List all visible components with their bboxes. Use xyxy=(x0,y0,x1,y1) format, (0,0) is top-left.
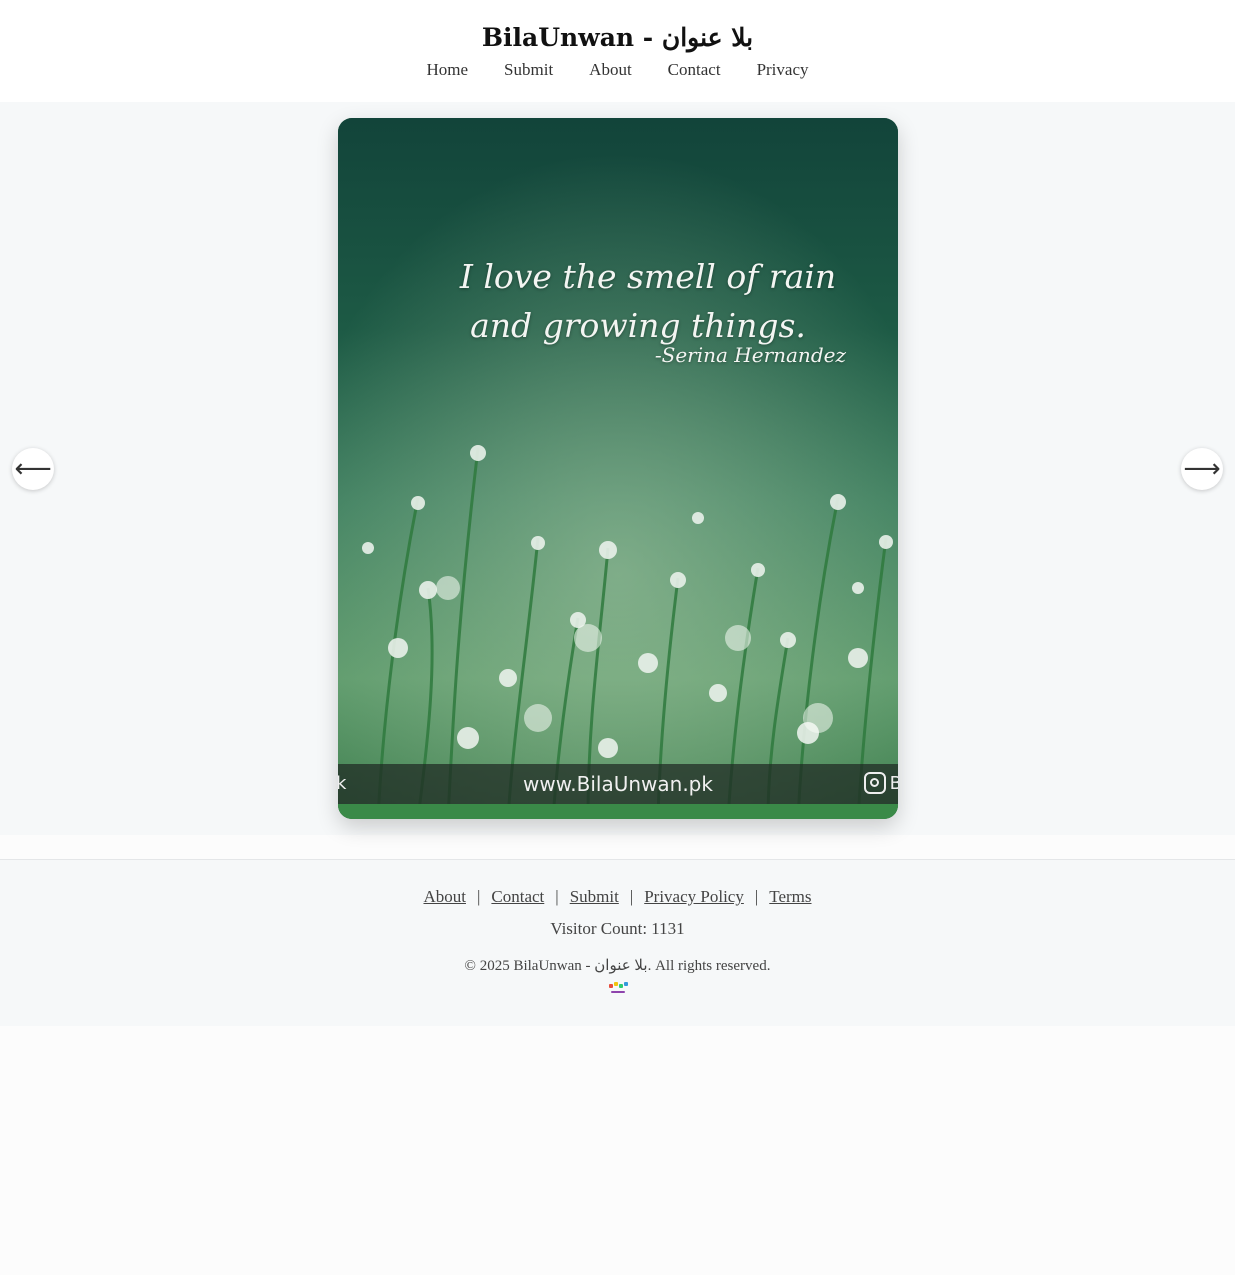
footer-link-privacy-policy[interactable]: Privacy Policy xyxy=(644,887,744,906)
footer-link-submit[interactable]: Submit xyxy=(570,887,619,906)
site-header: BilaUnwan - بلا عنوان Home Submit About … xyxy=(0,0,1235,102)
meadow-background-image xyxy=(338,118,898,819)
site-title[interactable]: BilaUnwan - بلا عنوان xyxy=(482,20,753,56)
quote-text: I love the smell of rain and growing thi… xyxy=(338,252,898,367)
watermark-right-text: B xyxy=(889,772,898,794)
image-carousel: ⟵ I love the smell of rain and growing t… xyxy=(0,102,1235,835)
quote-author: -Serina Hernandez xyxy=(654,343,846,367)
watermark-left-text: k xyxy=(338,773,347,794)
watermark-bar: k www.BilaUnwan.pk B xyxy=(338,764,898,804)
nav-contact[interactable]: Contact xyxy=(668,58,721,82)
copyright-text: © 2025 BilaUnwan - بلا عنوان. All rights… xyxy=(464,958,771,974)
watermark-url: www.BilaUnwan.pk xyxy=(523,772,713,796)
footer-separator: | xyxy=(629,887,634,906)
instagram-icon xyxy=(863,772,886,794)
footer-separator: | xyxy=(476,887,481,906)
next-arrow-button[interactable]: ⟶ xyxy=(1181,448,1223,490)
prev-arrow-button[interactable]: ⟵ xyxy=(12,448,54,490)
watermark-right: B xyxy=(863,772,898,794)
footer-separator: | xyxy=(555,887,559,906)
nav-about[interactable]: About xyxy=(589,58,632,82)
site-footer: About | Contact | Submit | Privacy Policy | Term… xyxy=(0,859,1235,1026)
nav-submit[interactable]: Submit xyxy=(504,58,553,82)
nav-privacy[interactable]: Privacy xyxy=(757,58,809,82)
nav-home[interactable]: Home xyxy=(427,58,469,82)
quote-image-card[interactable]: I love the smell of rain and growing thi… xyxy=(338,118,898,819)
footer-link-terms[interactable]: Terms xyxy=(769,887,811,906)
footer-links: About | Contact | Submit | Privacy Policy | Term… xyxy=(0,886,1235,908)
quote-line-1: I love the smell of rain xyxy=(459,257,837,296)
visitor-count: Visitor Count: 1131 xyxy=(550,919,685,938)
footer-link-contact[interactable]: Contact xyxy=(491,887,544,906)
footer-separator: | xyxy=(754,887,759,906)
footer-link-about[interactable]: About xyxy=(423,887,466,906)
footer-logo-icon xyxy=(607,982,629,998)
main-nav: Home Submit About Contact Privacy xyxy=(427,58,809,82)
